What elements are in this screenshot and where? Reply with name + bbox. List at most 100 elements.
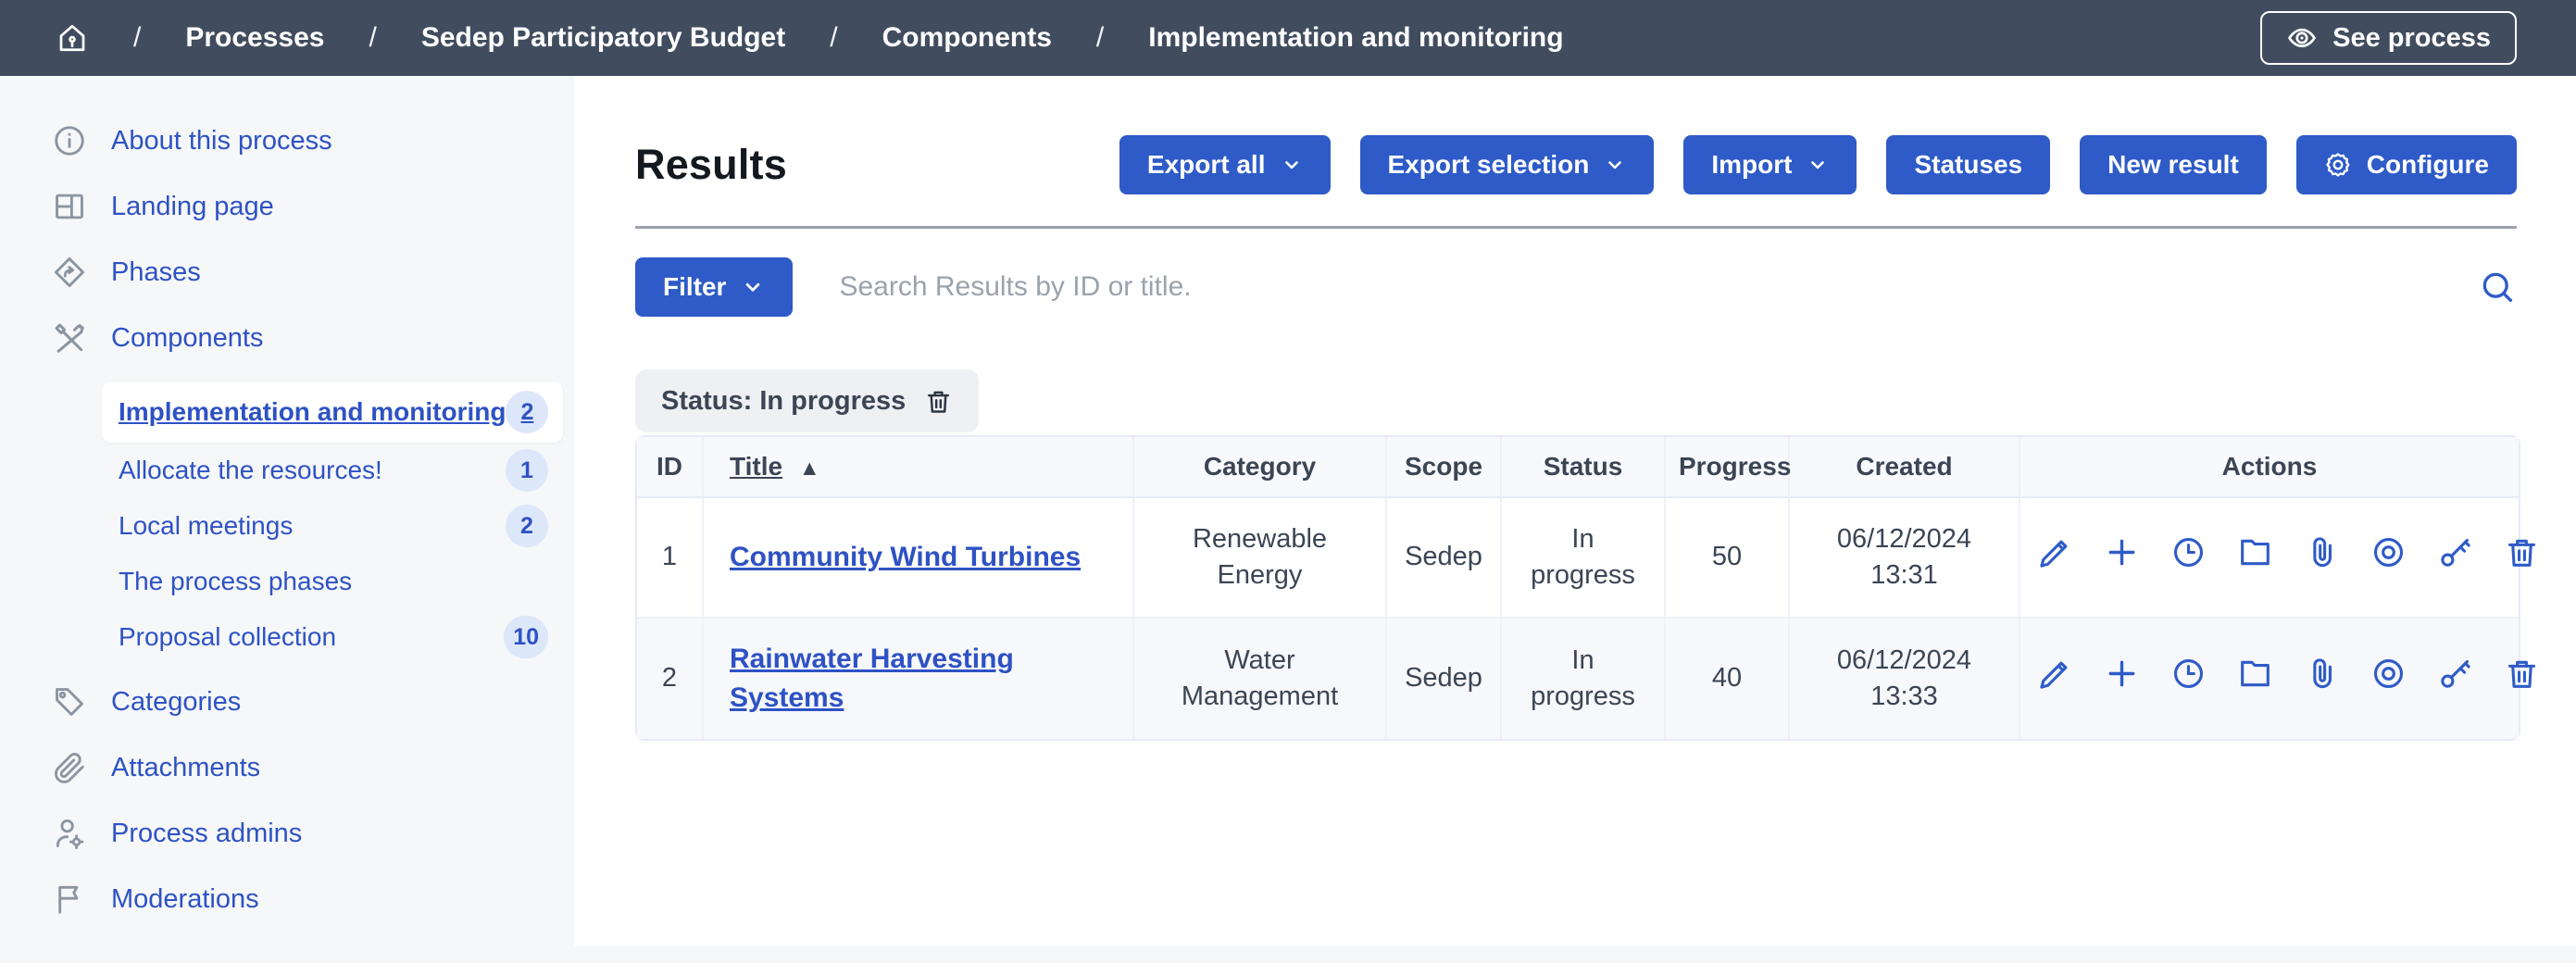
preview-icon: [2370, 534, 2407, 570]
add-action-button[interactable]: [2104, 534, 2140, 570]
sidebar-item-components[interactable]: Components: [0, 316, 574, 360]
configure-label: Configure: [2367, 150, 2489, 180]
sidebar-item-process-admins[interactable]: Process admins: [0, 811, 574, 856]
edit-action-button[interactable]: [2037, 656, 2073, 692]
breadcrumb-separator: /: [369, 22, 376, 54]
add-icon: [2104, 534, 2140, 570]
sidebar-subitem-local-meetings[interactable]: Local meetings 2: [102, 498, 563, 554]
row-actions: [2037, 656, 2540, 692]
sidebar-item-label: Categories: [111, 687, 241, 718]
remove-filter-button[interactable]: [924, 387, 953, 416]
breadcrumb-item-process-name[interactable]: Sedep Participatory Budget: [421, 22, 785, 54]
statuses-label: Statuses: [1914, 150, 2022, 180]
column-header-created[interactable]: Created: [1790, 437, 2020, 498]
sidebar-subitem-proposal-collection[interactable]: Proposal collection 10: [102, 609, 563, 665]
table-row: 2 Rainwater Harvesting Systems Water Man…: [637, 619, 2519, 739]
sidebar-subitem-implementation-and-monitoring[interactable]: Implementation and monitoring 2: [102, 381, 563, 443]
breadcrumb-separator: /: [1096, 22, 1104, 54]
attachment-action-button[interactable]: [2304, 534, 2340, 570]
cell-status: In progress: [1502, 498, 1666, 619]
attachment-icon: [2304, 534, 2340, 570]
history-icon: [2170, 656, 2207, 692]
export-selection-button[interactable]: Export selection: [1360, 135, 1655, 194]
export-all-button[interactable]: Export all: [1119, 135, 1331, 194]
preview-action-button[interactable]: [2370, 534, 2407, 570]
status-filter-chip: Status: In progress: [635, 369, 979, 432]
count-badge: 10: [504, 616, 548, 658]
breadcrumb-separator: /: [133, 22, 141, 54]
status-filter-label: Status: In progress: [661, 386, 906, 417]
sidebar-item-label: Phases: [111, 257, 201, 288]
preview-action-button[interactable]: [2370, 656, 2407, 692]
column-header-id[interactable]: ID: [637, 437, 704, 498]
edit-icon: [2037, 534, 2073, 570]
see-process-label: See process: [2332, 23, 2491, 54]
permissions-action-button[interactable]: [2437, 656, 2473, 692]
flag-icon: [52, 882, 87, 917]
sidebar-item-categories[interactable]: Categories: [0, 680, 574, 724]
history-action-button[interactable]: [2170, 534, 2207, 570]
cell-scope: Sedep: [1387, 498, 1502, 619]
header-divider: [635, 226, 2517, 229]
column-header-status[interactable]: Status: [1502, 437, 1666, 498]
attachment-action-button[interactable]: [2304, 656, 2340, 692]
sidebar-item-moderations[interactable]: Moderations: [0, 877, 574, 921]
sidebar-subitem-allocate-the-resources[interactable]: Allocate the resources! 1: [102, 443, 563, 498]
configure-button[interactable]: Configure: [2296, 135, 2517, 194]
gear-icon: [2324, 151, 2352, 179]
import-button[interactable]: Import: [1683, 135, 1857, 194]
edit-icon: [2037, 656, 2073, 692]
cell-created: 06/12/2024 13:33: [1790, 619, 2020, 739]
folder-action-button[interactable]: [2237, 656, 2273, 692]
tools-icon: [52, 320, 87, 356]
page-title: Results: [635, 141, 787, 189]
see-process-button[interactable]: See process: [2260, 11, 2517, 65]
breadcrumb: / Processes / Sedep Participatory Budget…: [56, 21, 1564, 55]
sidebar-subitem-label: Allocate the resources!: [119, 456, 382, 485]
result-title-link[interactable]: Community Wind Turbines: [730, 542, 1081, 572]
sidebar-item-about[interactable]: About this process: [0, 119, 574, 163]
count-badge: 2: [506, 505, 548, 547]
trash-icon: [924, 387, 953, 416]
cell-category: Renewable Energy: [1134, 498, 1387, 619]
column-header-actions: Actions: [2020, 437, 2519, 498]
statuses-button[interactable]: Statuses: [1886, 135, 2050, 194]
breadcrumb-item-processes[interactable]: Processes: [185, 22, 324, 54]
column-header-progress[interactable]: Progress: [1666, 437, 1790, 498]
search-input[interactable]: [837, 270, 2459, 304]
layout-icon: [52, 189, 87, 224]
sidebar-item-attachments[interactable]: Attachments: [0, 745, 574, 790]
footer-strip: [0, 946, 2576, 963]
sidebar-item-label: Landing page: [111, 192, 274, 222]
result-title-link[interactable]: Rainwater Harvesting Systems: [730, 644, 1014, 713]
column-header-title[interactable]: Title: [704, 437, 1134, 498]
phases-diamond-icon: [52, 255, 87, 290]
app-window: / Processes / Sedep Participatory Budget…: [0, 0, 2576, 963]
applied-filters: Status: In progress: [635, 369, 2517, 432]
column-header-scope[interactable]: Scope: [1387, 437, 1502, 498]
sidebar-item-landing-page[interactable]: Landing page: [0, 184, 574, 229]
history-action-button[interactable]: [2170, 656, 2207, 692]
permissions-action-button[interactable]: [2437, 534, 2473, 570]
folder-action-button[interactable]: [2237, 534, 2273, 570]
home-button[interactable]: [56, 21, 89, 55]
export-all-label: Export all: [1147, 150, 1266, 180]
cell-progress: 40: [1666, 619, 1790, 739]
count-badge: 1: [506, 449, 548, 492]
delete-action-button[interactable]: [2504, 656, 2540, 692]
breadcrumb-item-current: Implementation and monitoring: [1148, 22, 1563, 54]
sidebar-item-phases[interactable]: Phases: [0, 250, 574, 294]
add-action-button[interactable]: [2104, 656, 2140, 692]
add-icon: [2104, 656, 2140, 692]
delete-action-button[interactable]: [2504, 534, 2540, 570]
filter-button[interactable]: Filter: [635, 257, 793, 317]
search-button[interactable]: [2478, 268, 2517, 306]
column-header-category[interactable]: Category: [1134, 437, 1387, 498]
breadcrumb-item-components[interactable]: Components: [882, 22, 1052, 54]
cell-created: 06/12/2024 13:31: [1790, 498, 2020, 619]
new-result-button[interactable]: New result: [2080, 135, 2267, 194]
sidebar-subitem-the-process-phases[interactable]: The process phases: [102, 554, 563, 609]
import-label: Import: [1711, 150, 1792, 180]
edit-action-button[interactable]: [2037, 534, 2073, 570]
permissions-key-icon: [2437, 534, 2473, 570]
